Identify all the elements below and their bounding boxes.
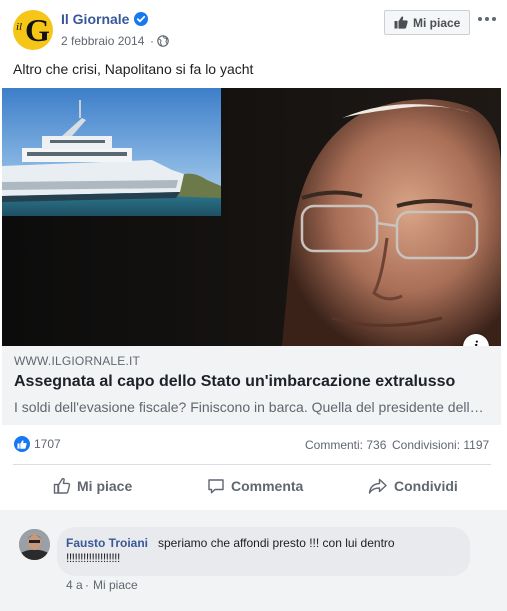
post-date[interactable]: 2 febbraio 2014 (61, 34, 144, 48)
link-description: I soldi dell'evasione fiscale? Finiscono… (14, 399, 490, 415)
like-page-button[interactable]: Mi piace (384, 10, 470, 35)
page-name[interactable]: Il Giornale (61, 11, 129, 27)
thumbs-up-icon (394, 16, 408, 29)
date-separator: · (150, 34, 154, 48)
comment-button-label: Commenta (231, 478, 304, 494)
logo-small-text: il (16, 21, 23, 33)
link-domain: WWW.ILGIORNALE.IT (14, 354, 141, 368)
comment-like-link[interactable]: Mi piace (93, 578, 138, 592)
post-card: il G Il Giornale 2 febbraio 2014 · Mi pi… (0, 0, 503, 510)
comment-button[interactable]: Commenta (207, 475, 303, 497)
share-button-label: Condividi (394, 478, 458, 494)
thumbs-up-outline-icon (53, 477, 71, 494)
commenter-avatar[interactable] (19, 529, 50, 560)
reactions-count: 1707 (34, 437, 61, 451)
share-button[interactable]: Condividi (368, 475, 458, 497)
shares-count[interactable]: Condivisioni: 1197 (392, 438, 489, 452)
more-options-icon[interactable] (476, 8, 498, 30)
reactions-summary[interactable]: 1707 (14, 436, 61, 452)
link-preview[interactable]: WWW.ILGIORNALE.IT Assegnata al capo dell… (2, 346, 501, 425)
globe-icon[interactable] (157, 35, 169, 47)
verified-badge-icon (134, 12, 148, 26)
comment-text-line1: speriamo che affondi presto !!! con lui … (158, 536, 395, 550)
comment-separator: · (85, 578, 89, 592)
preview-photo (2, 88, 501, 346)
comment-author[interactable]: Fausto Troiani (66, 536, 148, 550)
comment-icon (208, 479, 224, 494)
link-preview-image[interactable] (2, 88, 501, 346)
comment-text-line2: !!!!!!!!!!!!!!!!!!! (66, 551, 120, 565)
like-button-label: Mi piace (77, 478, 133, 494)
comments-count[interactable]: Commenti: 736 (305, 438, 386, 452)
share-icon (368, 478, 387, 494)
like-page-label: Mi piace (413, 15, 461, 30)
like-button[interactable]: Mi piace (53, 475, 132, 497)
page-avatar[interactable]: il G (13, 10, 53, 50)
like-reaction-icon (14, 436, 30, 452)
actions-divider (13, 464, 491, 465)
link-title[interactable]: Assegnata al capo dello Stato un'imbarca… (14, 373, 455, 391)
commenter-photo (19, 529, 50, 560)
comment-timestamp[interactable]: 4 a (66, 578, 83, 592)
post-text: Altro che crisi, Napolitano si fa lo yac… (13, 61, 254, 77)
logo-big-text: G (25, 12, 50, 48)
